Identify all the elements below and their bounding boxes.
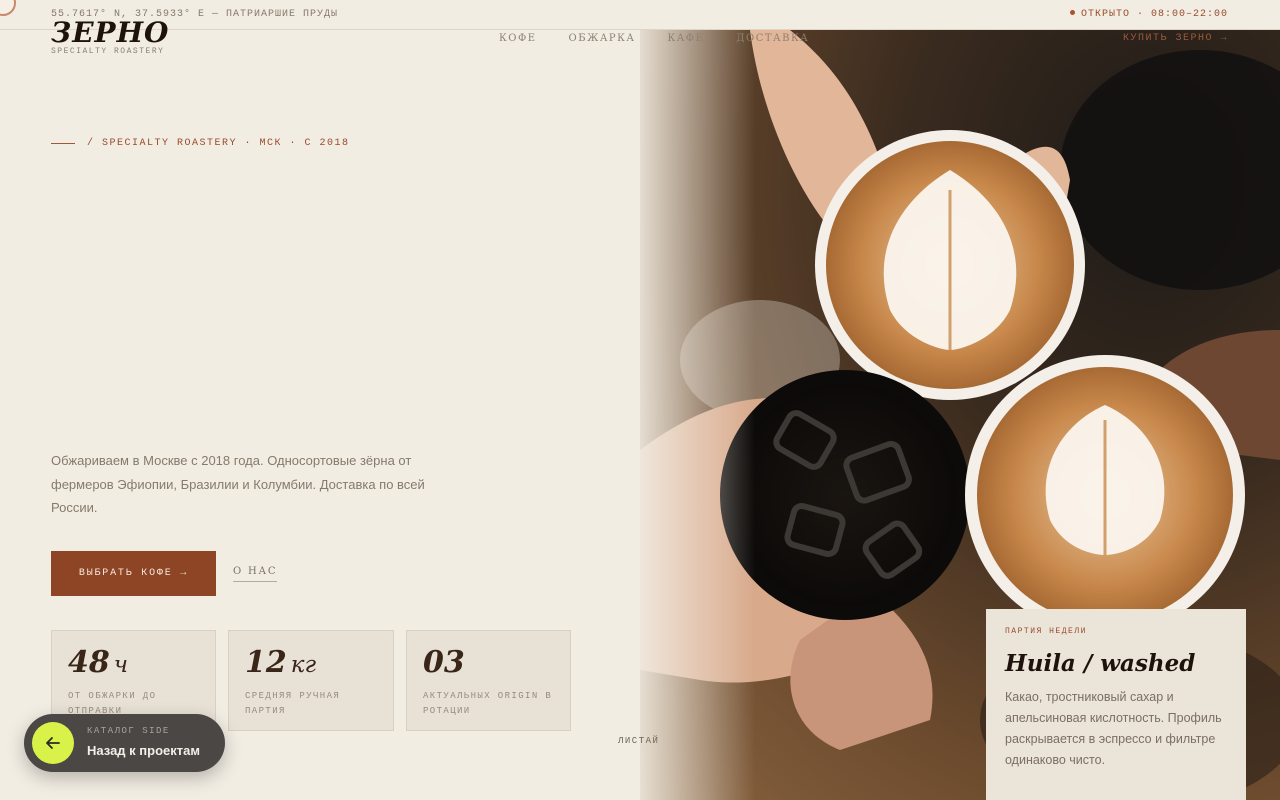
opening-hours: · 08:00–22:00 (1136, 9, 1228, 20)
swipe-hint: ЛИСТАЙ (618, 736, 660, 746)
open-label: ОТКРЫТО (1080, 9, 1130, 20)
brand-tagline: SPECIALTY ROASTERY (51, 47, 165, 56)
batch-title: Huila / washed (1005, 650, 1196, 677)
main-nav: КОФЕ ОБЖАРКА КАФЕ ДОСТАВКА (499, 33, 809, 44)
nav-item-delivery[interactable]: ДОСТАВКА (736, 33, 809, 44)
brand-logo[interactable]: ЗЕРНО (51, 16, 169, 49)
stat-card-batch: 12 кг СРЕДНЯЯ РУЧНАЯ ПАРТИЯ (228, 630, 394, 731)
back-pill-caption: КАТАЛОГ SIDE (87, 726, 170, 736)
weekly-batch-card[interactable]: ПАРТИЯ НЕДЕЛИ Huila / washed Какао, трос… (986, 609, 1246, 800)
arrow-left-icon (32, 722, 74, 764)
stat-label: АКТУАЛЬНЫХ ORIGIN В РОТАЦИИ (423, 691, 553, 716)
stat-label: СРЕДНЯЯ РУЧНАЯ ПАРТИЯ (245, 691, 341, 716)
batch-tag: ПАРТИЯ НЕДЕЛИ (1005, 627, 1087, 636)
stat-card-origins: 03 АКТУАЛЬНЫХ ORIGIN В РОТАЦИИ (406, 630, 571, 731)
nav-item-coffee[interactable]: КОФЕ (499, 33, 537, 44)
stat-unit: ч (113, 652, 129, 678)
nav-item-roasting[interactable]: ОБЖАРКА (569, 33, 636, 44)
about-us-link[interactable]: О НАС (233, 566, 278, 582)
status-dot-icon (1069, 10, 1075, 15)
top-info-bar: 55.7617° N, 37.5933° E — ПАТРИАРШИЕ ПРУД… (0, 0, 1280, 30)
stat-value: 03 (423, 645, 465, 680)
open-status: ОТКРЫТО · 08:00–22:00 (1069, 9, 1228, 20)
back-pill-label: Назад к проектам (87, 743, 200, 758)
stat-value: 12 кг (245, 645, 317, 680)
stat-value: 48 ч (68, 645, 129, 680)
breadcrumb-rule (51, 143, 75, 144)
breadcrumb: / SPECIALTY ROASTERY · МСК · С 2018 (51, 138, 350, 149)
buy-beans-link[interactable]: КУПИТЬ ЗЕРНО → (1123, 33, 1228, 44)
back-to-projects-button[interactable]: КАТАЛОГ SIDE Назад к проектам (24, 714, 225, 772)
hero-lead-text: Обжариваем в Москве с 2018 года. Односор… (51, 453, 425, 515)
nav-item-cafe[interactable]: КАФЕ (667, 33, 704, 44)
breadcrumb-text: / SPECIALTY ROASTERY · МСК · С 2018 (87, 138, 350, 149)
batch-description: Какао, тростниковый сахар и апельсиновая… (1005, 690, 1222, 767)
stat-unit: кг (290, 652, 317, 678)
choose-coffee-button[interactable]: ВЫБРАТЬ КОФЕ → (51, 551, 216, 596)
